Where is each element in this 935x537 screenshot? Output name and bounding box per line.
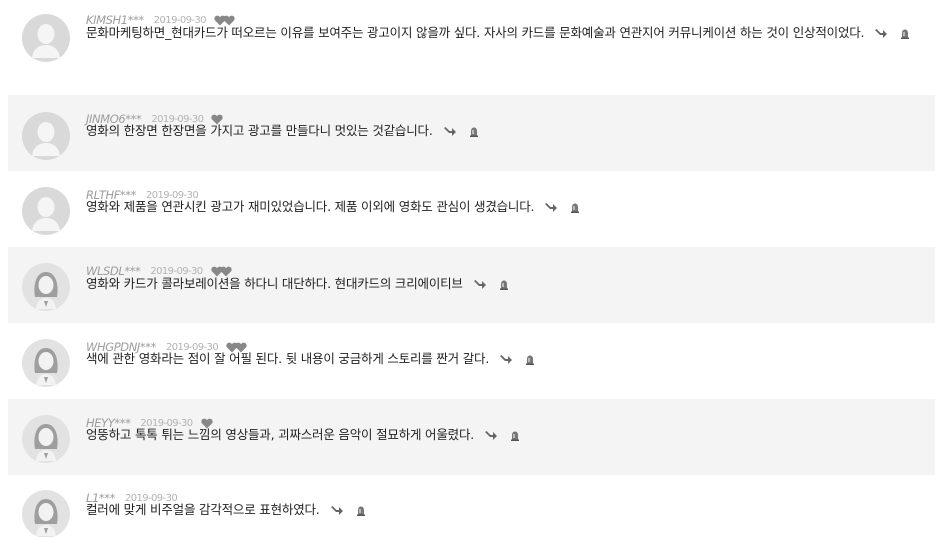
- comment-body: 컬러에 맞게 비주얼을 감각적으로 표현하였다.: [86, 502, 320, 517]
- comment-item: RLTHF*** 2019-09-30 영화와 제품을 연관시킨 광고가 재미있었습…: [8, 171, 935, 247]
- comment-text: 영화의 한장면 한장면을 가지고 광고를 만들다니 멋있는 것같습니다.: [86, 119, 921, 143]
- comment-text: 영화와 카드가 콜라보레이션을 하다니 대단하다. 현대카드의 크리에이티브: [86, 272, 921, 296]
- report-siren-icon[interactable]: [510, 431, 520, 441]
- reply-arrow-icon[interactable]: [443, 126, 457, 137]
- report-siren-icon[interactable]: [525, 355, 535, 365]
- reply-arrow-icon[interactable]: [473, 279, 487, 290]
- report-siren-icon[interactable]: [900, 29, 910, 39]
- comment-item: KIMSH1*** 2019-09-30 문화마케팅하면_현대카드가 떠오르는 이유…: [8, 0, 935, 95]
- comment-body: 문화마케팅하면_현대카드가 떠오르는 이유를 보여주는 광고이지 않을까 싶다.…: [86, 25, 865, 40]
- avatar-icon: [22, 263, 70, 311]
- comment-text: 색에 관한 영화라는 점이 잘 어필 된다. 뒷 내용이 궁금하게 스토리를 짠…: [86, 347, 921, 371]
- comment-item: HEYY*** 2019-09-30 엉뚱하고 톡톡 튀는 느낌의 영상들과, 괴짜…: [8, 399, 935, 475]
- comment-item: WLSDL*** 2019-09-30 영화와 카드가 콜라보레이션을 하다니 대단…: [8, 247, 935, 323]
- report-siren-icon[interactable]: [499, 280, 509, 290]
- comment-item: JINMO6*** 2019-09-30 영화의 한장면 한장면을 가지고 광고를 …: [8, 95, 935, 171]
- comment-text: 영화와 제품을 연관시킨 광고가 재미있었습니다. 제품 이외에 영화도 관심이…: [86, 195, 921, 219]
- reply-arrow-icon[interactable]: [544, 202, 558, 213]
- reply-arrow-icon[interactable]: [484, 430, 498, 441]
- report-siren-icon[interactable]: [469, 127, 479, 137]
- comment-text: 컬러에 맞게 비주얼을 감각적으로 표현하였다.: [86, 498, 921, 522]
- comment-body: 영화와 제품을 연관시킨 광고가 재미있었습니다. 제품 이외에 영화도 관심이…: [86, 199, 535, 214]
- comment-item: WHGPDNJ*** 2019-09-30 색에 관한 영화라는 점이 잘 어필 된…: [8, 323, 935, 399]
- avatar-icon: [22, 339, 70, 387]
- report-siren-icon[interactable]: [570, 203, 580, 213]
- comment-body: 엉뚱하고 톡톡 튀는 느낌의 영상들과, 괴짜스러운 음악이 절묘하게 어울렸다…: [86, 427, 475, 442]
- avatar-icon: [22, 14, 70, 62]
- comment-body: 영화의 한장면 한장면을 가지고 광고를 만들다니 멋있는 것같습니다.: [86, 123, 433, 138]
- reply-arrow-icon[interactable]: [330, 505, 344, 516]
- avatar-icon: [22, 415, 70, 463]
- comment-body: 영화와 카드가 콜라보레이션을 하다니 대단하다. 현대카드의 크리에이티브: [86, 276, 463, 291]
- report-siren-icon[interactable]: [356, 506, 366, 516]
- avatar-icon: [22, 490, 70, 537]
- avatar-icon: [22, 187, 70, 235]
- comment-item: L1*** 2019-09-30 컬러에 맞게 비주얼을 감각적으로 표현하였다.: [8, 475, 935, 537]
- reply-arrow-icon[interactable]: [499, 354, 513, 365]
- comment-body: 색에 관한 영화라는 점이 잘 어필 된다. 뒷 내용이 궁금하게 스토리를 짠…: [86, 351, 490, 366]
- reply-arrow-icon[interactable]: [874, 28, 888, 39]
- comment-text: 문화마케팅하면_현대카드가 떠오르는 이유를 보여주는 광고이지 않을까 싶다.…: [86, 21, 921, 45]
- comment-text: 엉뚱하고 톡톡 튀는 느낌의 영상들과, 괴짜스러운 음악이 절묘하게 어울렸다…: [86, 423, 921, 447]
- avatar-icon: [22, 112, 70, 160]
